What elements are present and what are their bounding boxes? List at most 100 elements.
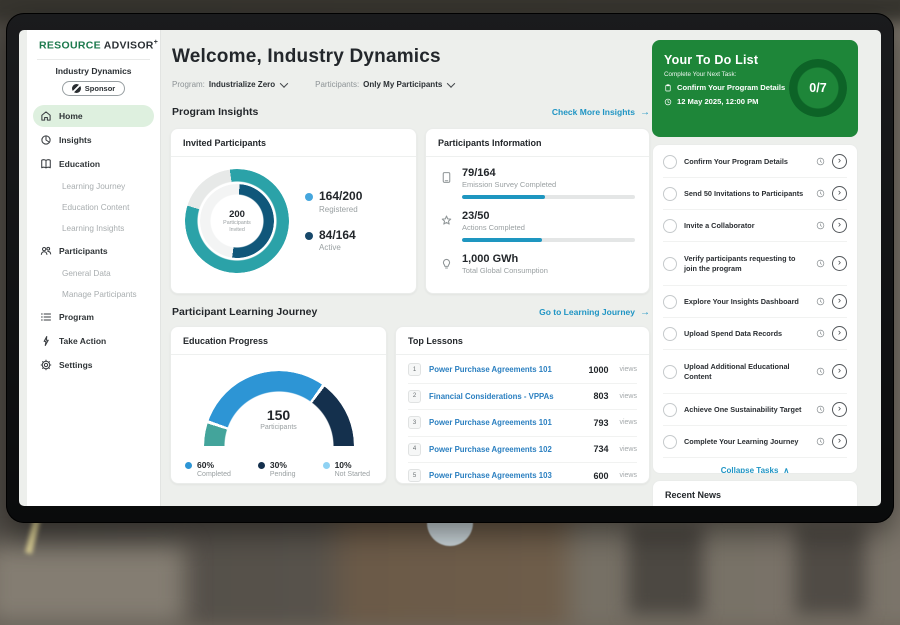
sidebar-item-participants[interactable]: Participants: [33, 240, 154, 262]
task-label: Explore Your Insights Dashboard: [684, 297, 809, 307]
sidebar-item-take-action[interactable]: Take Action: [33, 330, 154, 352]
link-label: Check More Insights: [552, 107, 635, 117]
clock-icon: [816, 259, 825, 268]
legend-label: Completed: [197, 471, 231, 478]
task-invite-collaborator[interactable]: Invite a Collaborator ›: [663, 210, 847, 242]
sponsor-badge[interactable]: Sponsor: [62, 81, 125, 96]
legend-label: Not Started: [335, 471, 370, 478]
section-heading: Participant Learning Journey: [172, 306, 317, 318]
program-filter-label: Program:: [172, 80, 205, 89]
sidebar-item-learning-insights[interactable]: Learning Insights: [33, 219, 154, 238]
task-checkbox[interactable]: [663, 295, 677, 309]
todo-progress-value: 0/7: [789, 59, 847, 117]
go-to-learning-journey-link[interactable]: Go to Learning Journey →: [539, 307, 650, 318]
background-dark-patch: [628, 525, 703, 615]
list-icon: [40, 311, 52, 323]
top-lessons-list: 1 Power Purchase Agreements 101 1000 vie…: [396, 355, 649, 489]
participants-filter-dropdown[interactable]: Participants: Only My Participants: [315, 80, 454, 89]
task-checkbox[interactable]: [663, 187, 677, 201]
program-filter-value: Industrialize Zero: [209, 80, 275, 89]
metric-label: Total Global Consumption: [462, 266, 635, 275]
rank-badge: 4: [408, 443, 421, 456]
task-label: Complete Your Learning Journey: [684, 437, 809, 447]
sidebar-item-education[interactable]: Education: [33, 153, 154, 175]
legend-label: Active: [319, 243, 356, 252]
lesson-row: 4 Power Purchase Agreements 102 734 view…: [408, 437, 637, 464]
task-open-button[interactable]: ›: [832, 256, 847, 271]
lesson-link[interactable]: Power Purchase Agreements 101: [429, 418, 585, 427]
donut-center-label: Participants Invited: [219, 220, 255, 233]
arrow-right-icon: →: [640, 107, 650, 118]
invited-participants-card: Invited Participants 200 Participants In…: [170, 128, 417, 294]
task-checkbox[interactable]: [663, 403, 677, 417]
task-checkbox[interactable]: [663, 257, 677, 271]
task-label: Achieve One Sustainability Target: [684, 405, 809, 415]
participants-information-card: Participants Information 79/164 Emission…: [425, 128, 650, 294]
task-verify-participants[interactable]: Verify participants requesting to join t…: [663, 242, 847, 286]
task-open-button[interactable]: ›: [832, 364, 847, 379]
card-title: Participants Information: [426, 129, 649, 157]
task-open-button[interactable]: ›: [832, 402, 847, 417]
task-explore-insights[interactable]: Explore Your Insights Dashboard ›: [663, 286, 847, 318]
sidebar-item-home[interactable]: Home: [33, 105, 154, 127]
collapse-tasks-link[interactable]: Collapse Tasks ∧: [663, 458, 847, 474]
invited-participants-donut-chart: 200 Participants Invited: [185, 169, 289, 273]
sidebar-item-learning-journey[interactable]: Learning Journey: [33, 177, 154, 196]
sidebar-item-settings[interactable]: Settings: [33, 354, 154, 376]
clock-icon: [816, 437, 825, 446]
todo-task-list: Confirm Your Program Details › Send 50 I…: [652, 144, 858, 474]
task-checkbox[interactable]: [663, 219, 677, 233]
todo-column: Your To Do List Complete Your Next Task:…: [652, 30, 858, 506]
sidebar-item-education-content[interactable]: Education Content: [33, 198, 154, 217]
task-upload-spend-data[interactable]: Upload Spend Data Records ›: [663, 318, 847, 350]
check-more-insights-link[interactable]: Check More Insights →: [552, 107, 650, 118]
link-label: Go to Learning Journey: [539, 307, 635, 317]
rank-badge: 5: [408, 469, 421, 482]
program-filter-dropdown[interactable]: Program: Industrialize Zero: [172, 80, 287, 89]
task-confirm-program-details[interactable]: Confirm Your Program Details ›: [663, 146, 847, 178]
lesson-link[interactable]: Financial Considerations - VPPAs: [429, 392, 585, 401]
metric-label: Emission Survey Completed: [462, 180, 635, 189]
task-open-button[interactable]: ›: [832, 186, 847, 201]
clock-icon: [816, 367, 825, 376]
sidebar-item-label: Learning Insights: [62, 224, 124, 233]
task-checkbox[interactable]: [663, 435, 677, 449]
views-count: 793: [593, 418, 608, 428]
task-open-button[interactable]: ›: [832, 154, 847, 169]
task-open-button[interactable]: ›: [832, 326, 847, 341]
task-label: Upload Additional Educational Content: [684, 362, 809, 382]
sidebar-item-program[interactable]: Program: [33, 306, 154, 328]
sidebar-item-insights[interactable]: Insights: [33, 129, 154, 151]
legend-dot: [185, 462, 192, 469]
legend-dot: [258, 462, 265, 469]
gauge-center: 150 Participants: [204, 407, 354, 431]
task-open-button[interactable]: ›: [832, 218, 847, 233]
lesson-row: 2 Financial Considerations - VPPAs 803 v…: [408, 384, 637, 411]
views-count: 1000: [588, 365, 608, 375]
program-insights-header: Program Insights Check More Insights →: [172, 106, 650, 118]
task-checkbox[interactable]: [663, 327, 677, 341]
todo-next-task-label: Confirm Your Program Details: [677, 83, 785, 92]
task-send-invitations[interactable]: Send 50 Invitations to Participants ›: [663, 178, 847, 210]
lesson-link[interactable]: Power Purchase Agreements 102: [429, 445, 585, 454]
sidebar-item-label: Manage Participants: [62, 290, 137, 299]
donut-legend: 164/200 Registered 84/164 Active: [305, 190, 362, 251]
page-title: Welcome, Industry Dynamics: [172, 46, 441, 68]
lesson-link[interactable]: Power Purchase Agreements 101: [429, 365, 580, 374]
rank-badge: 3: [408, 416, 421, 429]
task-complete-learning-journey[interactable]: Complete Your Learning Journey ›: [663, 426, 847, 458]
sidebar-item-manage-participants[interactable]: Manage Participants: [33, 285, 154, 304]
lesson-link[interactable]: Power Purchase Agreements 103: [429, 471, 585, 480]
task-checkbox[interactable]: [663, 365, 677, 379]
task-open-button[interactable]: ›: [832, 294, 847, 309]
sidebar: RESOURCE ADVISOR+ Industry Dynamics Spon…: [27, 30, 161, 506]
task-checkbox[interactable]: [663, 155, 677, 169]
task-upload-educational-content[interactable]: Upload Additional Educational Content ›: [663, 350, 847, 394]
task-achieve-sustainability-target[interactable]: Achieve One Sustainability Target ›: [663, 394, 847, 426]
take-action-icon: [40, 335, 52, 347]
gauge-center-label: Participants: [204, 424, 354, 431]
sidebar-item-general-data[interactable]: General Data: [33, 264, 154, 283]
sidebar-item-label: Learning Journey: [62, 182, 125, 191]
participants-icon: [40, 245, 52, 257]
task-open-button[interactable]: ›: [832, 434, 847, 449]
